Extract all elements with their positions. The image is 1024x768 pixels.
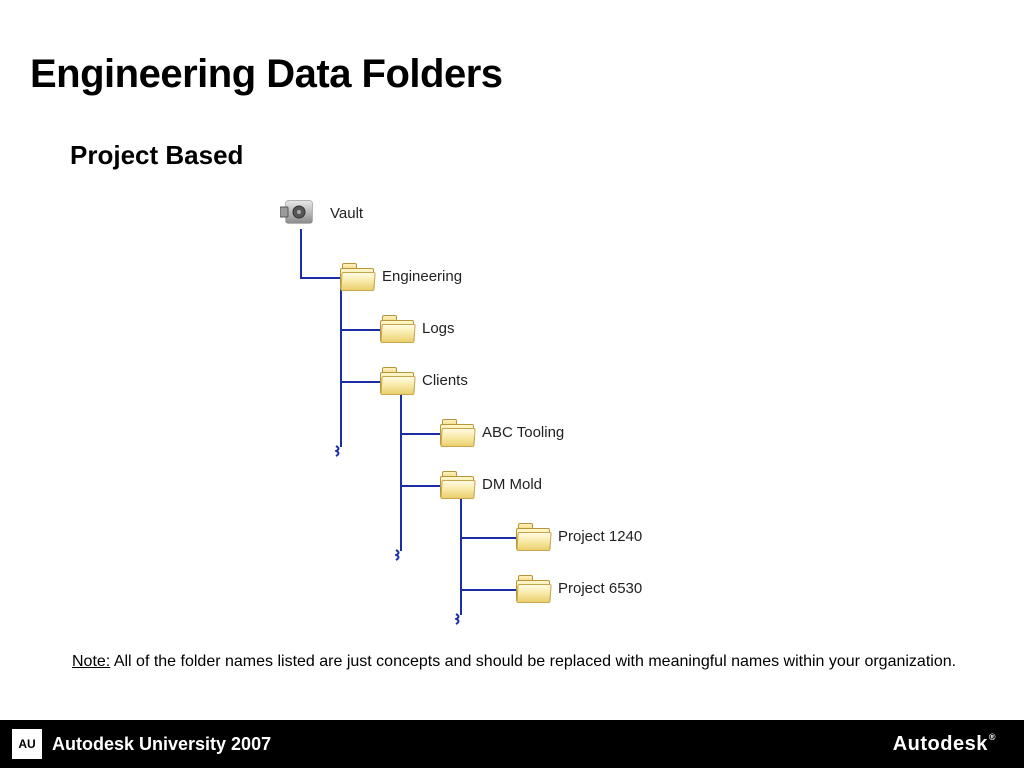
tree-connector (300, 229, 302, 277)
tree-connector (400, 391, 402, 551)
tree-label: Clients (422, 372, 468, 389)
tree-connector (400, 485, 440, 487)
tree-continuation-icon (335, 445, 347, 457)
slide: Engineering Data Folders Project Based (0, 0, 1024, 768)
tree-label: Engineering (382, 268, 462, 285)
folder-icon (380, 367, 414, 393)
tree-node-dm-mold: DM Mold (440, 471, 542, 497)
tree-node-logs: Logs (380, 315, 455, 341)
tree-connector (400, 433, 440, 435)
folder-icon (440, 471, 474, 497)
tree-continuation-icon (395, 549, 407, 561)
tree-node-abc-tooling: ABC Tooling (440, 419, 564, 445)
footer-left-text: Autodesk University 2007 (52, 734, 271, 755)
tree-connector (460, 495, 462, 615)
tree-connector (460, 537, 516, 539)
tree-label: Logs (422, 320, 455, 337)
tree-continuation-icon (455, 613, 467, 625)
tree-label: Vault (330, 205, 363, 222)
tree-node-clients: Clients (380, 367, 468, 393)
footer-right: Autodesk® (893, 732, 1024, 756)
tree-connector (340, 381, 380, 383)
note-label: Note: (72, 653, 110, 670)
folder-icon (340, 263, 374, 289)
autodesk-logo-text: Autodesk (893, 733, 988, 755)
footer-bar: AU Autodesk University 2007 Autodesk® (0, 720, 1024, 768)
tree-node-vault: Vault (280, 195, 363, 231)
tree-node-engineering: Engineering (340, 263, 462, 289)
tree-connector (460, 589, 516, 591)
folder-tree: Vault Engineering Logs Clients ABC Tooli… (280, 195, 720, 615)
tree-node-project-6530: Project 6530 (516, 575, 642, 601)
au-badge-icon: AU (12, 729, 42, 759)
note-text: Note: All of the folder names listed are… (72, 652, 984, 672)
tree-label: Project 1240 (558, 528, 642, 545)
tree-connector (340, 287, 342, 447)
tree-label: ABC Tooling (482, 424, 564, 441)
tree-label: Project 6530 (558, 580, 642, 597)
folder-icon (440, 419, 474, 445)
tree-connector (340, 329, 380, 331)
footer-left: AU Autodesk University 2007 (0, 729, 271, 759)
slide-subtitle: Project Based (70, 140, 243, 171)
slide-title: Engineering Data Folders (30, 52, 503, 97)
folder-icon (516, 523, 550, 549)
registered-mark-icon: ® (989, 732, 996, 742)
tree-label: DM Mold (482, 476, 542, 493)
folder-icon (516, 575, 550, 601)
tree-connector (300, 277, 340, 279)
vault-icon (280, 195, 322, 231)
tree-node-project-1240: Project 1240 (516, 523, 642, 549)
note-body: All of the folder names listed are just … (110, 653, 956, 670)
folder-icon (380, 315, 414, 341)
